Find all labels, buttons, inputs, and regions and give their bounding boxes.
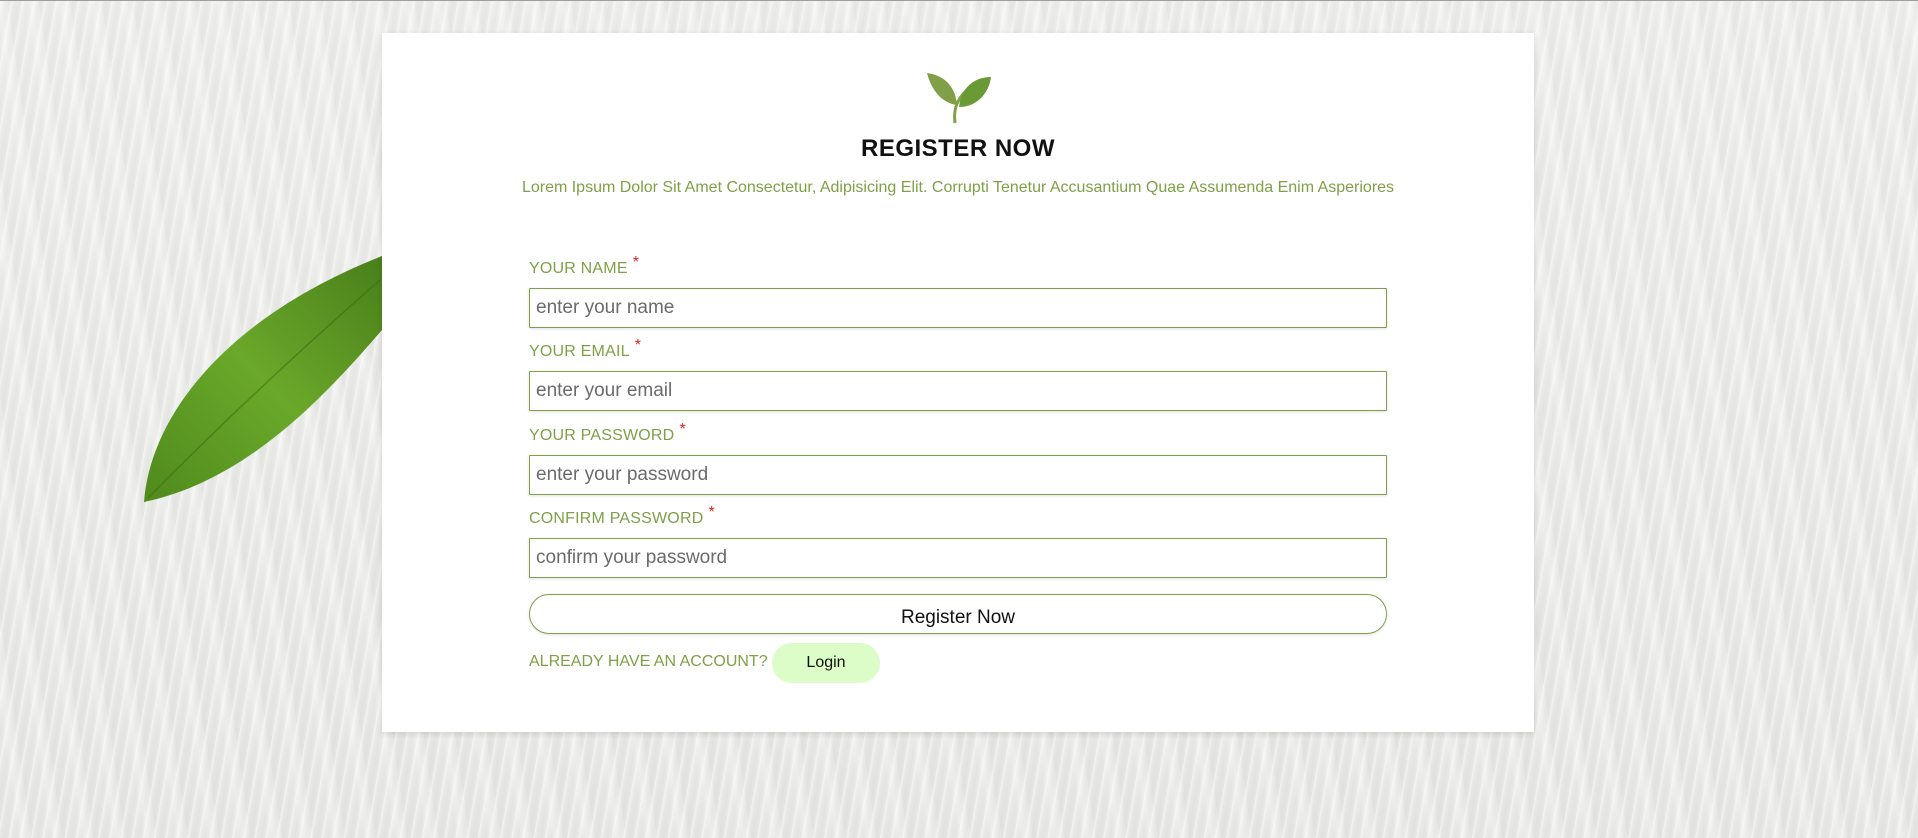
email-input[interactable] [529, 371, 1387, 411]
register-card: REGISTER NOW Lorem Ipsum Dolor Sit Amet … [382, 33, 1534, 732]
register-button[interactable]: Register Now [529, 594, 1387, 634]
email-label: YOUR EMAIL * [529, 337, 641, 361]
required-mark: * [708, 504, 715, 521]
already-account-text: ALREADY HAVE AN ACCOUNT? [529, 653, 768, 670]
password-input[interactable] [529, 455, 1387, 495]
leaf-decoration [144, 256, 382, 502]
required-mark: * [679, 421, 686, 438]
password-label-text: YOUR PASSWORD [529, 427, 675, 444]
name-label: YOUR NAME * [529, 254, 639, 278]
name-label-text: YOUR NAME [529, 260, 628, 277]
confirm-password-input[interactable] [529, 538, 1387, 578]
required-mark: * [632, 254, 640, 271]
password-label: YOUR PASSWORD * [529, 421, 686, 445]
confirm-password-label: CONFIRM PASSWORD * [529, 504, 715, 528]
name-input[interactable] [529, 288, 1387, 328]
page-title: REGISTER NOW [860, 135, 1055, 162]
confirm-password-label-text: CONFIRM PASSWORD [529, 510, 704, 527]
email-label-text: YOUR EMAIL [529, 343, 630, 360]
top-border [0, 0, 1918, 1]
login-button[interactable]: Login [772, 643, 880, 683]
required-mark: * [634, 337, 642, 354]
page-subtitle: Lorem Ipsum Dolor Sit Amet Consectetur, … [521, 179, 1395, 196]
leaf-logo-icon [927, 73, 991, 124]
